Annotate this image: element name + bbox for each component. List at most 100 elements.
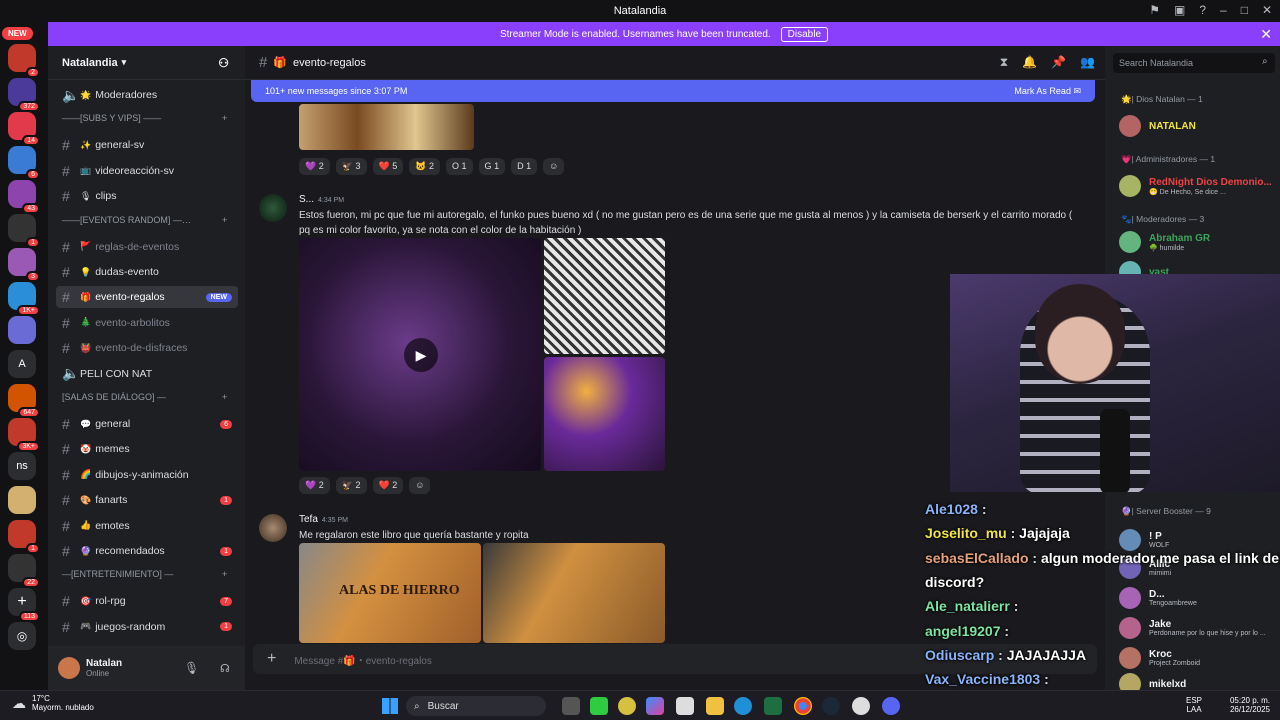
- add-channel-icon[interactable]: +: [222, 569, 227, 579]
- channel-item[interactable]: # 🎯 rol-rpg 7: [56, 590, 238, 612]
- minimize-button[interactable]: –: [1220, 3, 1227, 17]
- server-icon[interactable]: 22: [8, 554, 40, 588]
- member-item[interactable]: RedNight Dios Demonio... 😁 De Hecho, Se d…: [1119, 172, 1272, 200]
- category-header[interactable]: ——[EVENTOS RANDOM] —… +: [62, 215, 227, 225]
- pin-icon[interactable]: 📌: [1051, 55, 1066, 70]
- mark-as-read-button[interactable]: Mark As Read ✉: [1014, 86, 1081, 97]
- book-back-image[interactable]: [483, 543, 665, 643]
- discord-icon[interactable]: [882, 697, 900, 715]
- avatar[interactable]: [259, 514, 287, 542]
- reaction[interactable]: ❤️ 5: [372, 158, 404, 175]
- reaction[interactable]: 🦅 3: [335, 158, 367, 175]
- chrome-icon[interactable]: [794, 697, 812, 715]
- funko-image[interactable]: [544, 357, 665, 471]
- reaction[interactable]: 🦅 2: [335, 477, 367, 494]
- folder-icon[interactable]: [706, 697, 724, 715]
- reaction[interactable]: G 1: [478, 158, 506, 175]
- add-reaction-icon[interactable]: ☺: [409, 477, 431, 494]
- voice-channel[interactable]: 🔈 PELI CON NAT: [56, 363, 238, 385]
- headphones-icon[interactable]: ☊: [220, 662, 230, 675]
- server-header[interactable]: Natalandia ▾ ⚇: [48, 46, 245, 80]
- copilot-icon[interactable]: [646, 697, 664, 715]
- close-icon[interactable]: ✕: [1260, 26, 1272, 43]
- pc-video-thumbnail[interactable]: ▶: [299, 238, 541, 471]
- channel-item[interactable]: # 🚩 reglas-de-eventos: [56, 236, 238, 258]
- mic-icon[interactable]: 🎙: [184, 661, 199, 675]
- server-icon[interactable]: 1K+: [8, 282, 40, 316]
- screen-icon[interactable]: ▣: [1174, 3, 1185, 17]
- task-view-icon[interactable]: [562, 697, 580, 715]
- play-button[interactable]: ▶: [404, 338, 438, 372]
- help-icon[interactable]: ?: [1199, 3, 1206, 17]
- server-icon[interactable]: 43: [8, 180, 40, 214]
- server-icon[interactable]: 3: [8, 248, 40, 282]
- add-channel-icon[interactable]: +: [222, 113, 227, 123]
- reaction[interactable]: 🐱 2: [409, 158, 440, 175]
- app-icon[interactable]: [618, 697, 636, 715]
- book-image[interactable]: ALAS DE HIERRO: [299, 543, 481, 643]
- channel-item[interactable]: # 🤡 memes: [56, 438, 238, 460]
- server-icon[interactable]: 372: [8, 78, 40, 112]
- message-author[interactable]: S... 4:34 PM: [299, 194, 344, 205]
- threads-icon[interactable]: ⧗: [1000, 55, 1008, 70]
- channel-item[interactable]: # ✨ general-sv: [56, 134, 238, 156]
- obs-icon[interactable]: [852, 697, 870, 715]
- add-reaction-icon[interactable]: ☺: [543, 158, 565, 175]
- category-header[interactable]: ——[SUBS Y VIPS] —— +: [62, 113, 227, 123]
- search-input[interactable]: Search Natalandia: [1113, 53, 1275, 73]
- channel-item[interactable]: # 👹 evento-de-disfraces: [56, 337, 238, 359]
- server-icon[interactable]: 1: [8, 214, 40, 248]
- start-button[interactable]: [382, 698, 398, 714]
- channel-item[interactable]: # 👍 emotes: [56, 515, 238, 537]
- avatar[interactable]: [1119, 175, 1141, 197]
- channel-item[interactable]: # 🎨 fanarts 1: [56, 489, 238, 511]
- clock[interactable]: 05:20 p. m. 26/12/2025: [1222, 696, 1270, 714]
- reaction[interactable]: 💜 2: [299, 158, 330, 175]
- channel-item[interactable]: # 📺 videoreacción-sv: [56, 160, 238, 182]
- add-channel-icon[interactable]: +: [222, 392, 227, 402]
- channel-item[interactable]: # 🔮 recomendados 1: [56, 540, 238, 562]
- close-window-button[interactable]: ✕: [1262, 3, 1272, 17]
- inbox-icon[interactable]: ⚑: [1149, 3, 1160, 17]
- disable-button[interactable]: Disable: [780, 26, 829, 42]
- channel-item[interactable]: # 🎄 evento-arbolitos: [56, 312, 238, 334]
- maximize-button[interactable]: □: [1241, 3, 1248, 17]
- server-icon[interactable]: 1: [8, 520, 40, 554]
- terminal-icon[interactable]: [590, 697, 608, 715]
- add-attachment-icon[interactable]: +: [267, 650, 276, 668]
- reaction[interactable]: 💜 2: [299, 477, 330, 494]
- add-member-icon[interactable]: ⚇: [218, 56, 229, 70]
- server-icon[interactable]: 6: [8, 146, 40, 180]
- excel-icon[interactable]: [764, 697, 782, 715]
- server-icon[interactable]: [8, 486, 36, 514]
- server-icon[interactable]: 14: [8, 112, 40, 146]
- message-author[interactable]: Tefa 4:35 PM: [299, 514, 348, 525]
- channel-item[interactable]: # 🎮 juegos-random 1: [56, 616, 238, 638]
- members-icon[interactable]: 👥: [1080, 55, 1095, 70]
- channel-item[interactable]: # 💬 general 6: [56, 413, 238, 435]
- member-item[interactable]: Abraham GR 🌳 humilde: [1119, 228, 1210, 256]
- reaction[interactable]: ❤️ 2: [372, 477, 404, 494]
- category-header[interactable]: —[ENTRETENIMIENTO] — +: [62, 569, 227, 579]
- channel-item[interactable]: # 🎁 evento-regalos NEW: [56, 286, 238, 309]
- server-icon[interactable]: 647: [8, 384, 40, 418]
- server-icon[interactable]: 2: [8, 44, 40, 78]
- bell-icon[interactable]: 🔔: [1022, 55, 1037, 70]
- server-icon[interactable]: [8, 316, 36, 344]
- reaction[interactable]: O 1: [446, 158, 473, 175]
- store-icon[interactable]: [676, 697, 694, 715]
- weather-widget[interactable]: ☁ 17°C Mayorm. nublado: [12, 694, 94, 712]
- channel-item[interactable]: # 🎙 clips: [56, 185, 238, 207]
- category-header[interactable]: [SALAS DE DIÁLOGO] — +: [62, 392, 227, 402]
- taskbar-search[interactable]: ⌕ Buscar: [406, 696, 546, 716]
- avatar[interactable]: [259, 194, 287, 222]
- server-icon[interactable]: A: [8, 350, 36, 378]
- server-icon[interactable]: 3K+: [8, 418, 40, 452]
- steam-icon[interactable]: [822, 697, 840, 715]
- language-indicator[interactable]: ESP LAA: [1186, 696, 1202, 714]
- add-channel-icon[interactable]: +: [222, 215, 227, 225]
- edge-icon[interactable]: [734, 697, 752, 715]
- channel-item[interactable]: # 💡 dudas-evento: [56, 261, 238, 283]
- avatar[interactable]: [1119, 115, 1141, 137]
- berserk-shirt-image[interactable]: [544, 238, 665, 354]
